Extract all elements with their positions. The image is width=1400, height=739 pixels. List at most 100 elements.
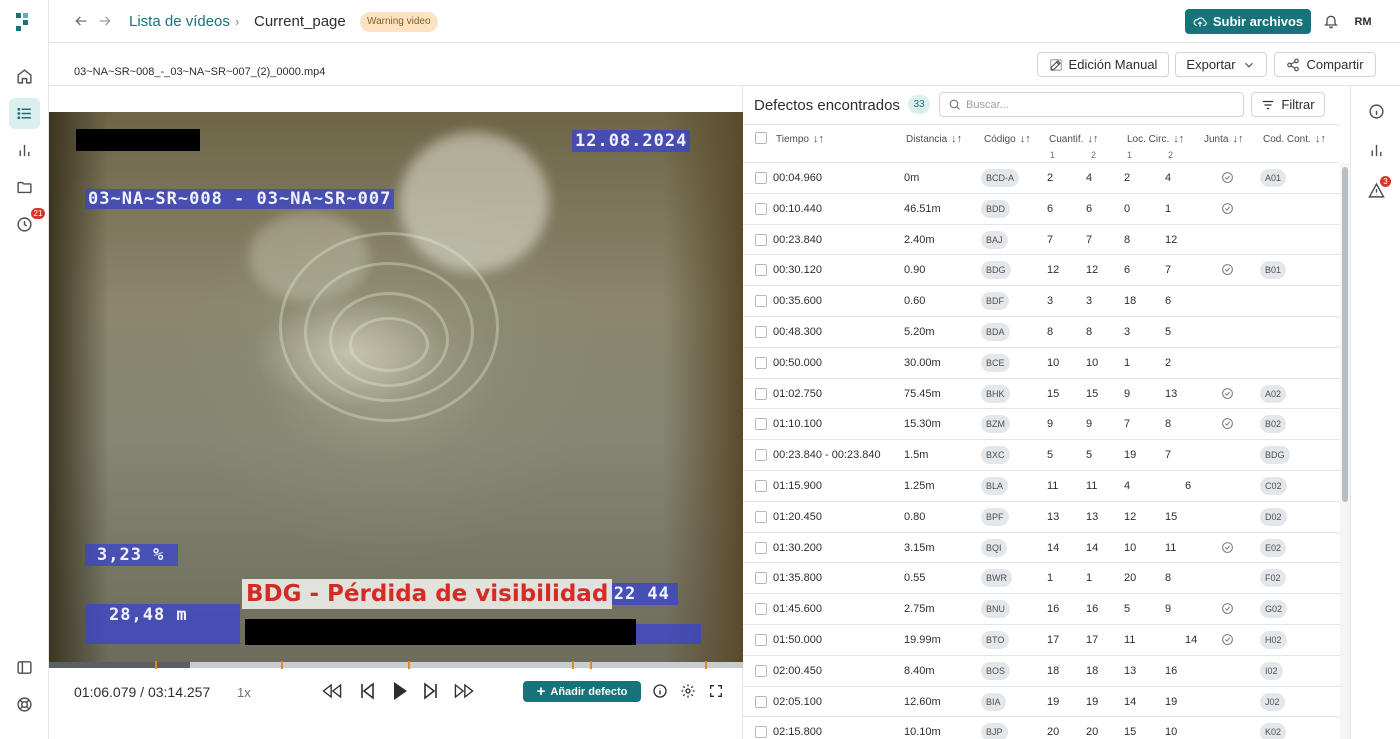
row-checkbox[interactable] bbox=[755, 387, 767, 400]
row-checkbox[interactable] bbox=[755, 264, 767, 277]
play-icon[interactable] bbox=[387, 681, 411, 701]
share-button[interactable]: Compartir bbox=[1274, 52, 1376, 77]
column-loc[interactable]: Loc. Circ. ↓↑ bbox=[1127, 133, 1184, 145]
row-checkbox[interactable] bbox=[755, 603, 767, 616]
row-checkbox[interactable] bbox=[755, 510, 767, 523]
export-button[interactable]: Exportar bbox=[1175, 52, 1267, 77]
bell-icon[interactable] bbox=[1323, 13, 1339, 29]
forward-arrow-icon[interactable] bbox=[97, 13, 113, 29]
table-row[interactable]: 02:05.100 12.60m BIA 19 19 14 19 J02 bbox=[743, 687, 1340, 718]
table-row[interactable]: 01:20.450 0.80 BPF 13 13 12 15 D02 bbox=[743, 502, 1340, 533]
column-code[interactable]: Código ↓↑ bbox=[984, 133, 1031, 145]
table-row[interactable]: 00:04.960 0m BCD-A 2 4 2 4 A01 bbox=[743, 163, 1340, 194]
chevron-down-icon bbox=[1244, 62, 1253, 68]
row-checkbox[interactable] bbox=[755, 633, 767, 646]
row-checkbox[interactable] bbox=[755, 202, 767, 215]
home-icon[interactable] bbox=[9, 61, 40, 92]
help-icon[interactable] bbox=[9, 689, 40, 720]
back-arrow-icon[interactable] bbox=[73, 13, 89, 29]
filter-button[interactable]: Filtrar bbox=[1251, 92, 1325, 117]
scrollbar[interactable] bbox=[1340, 163, 1350, 739]
table-row[interactable]: 01:30.200 3.15m BQI 14 14 10 11 E02 bbox=[743, 533, 1340, 564]
video-player[interactable]: 12.08.2024 03~NA~SR~008 - 03~NA~SR~007 3… bbox=[49, 112, 743, 662]
info-icon[interactable] bbox=[652, 683, 668, 699]
scrollbar-thumb[interactable] bbox=[1342, 167, 1348, 502]
table-row[interactable]: 01:15.900 1.25m BLA 11 11 4 6 C02 bbox=[743, 471, 1340, 502]
step-back-icon[interactable] bbox=[355, 681, 379, 701]
timeline-defect-marker[interactable] bbox=[572, 661, 575, 669]
search-input[interactable] bbox=[966, 96, 1236, 113]
video-timeline[interactable] bbox=[49, 661, 743, 669]
row-checkbox[interactable] bbox=[755, 325, 767, 338]
table-row[interactable]: 01:45.600 2.75m BNU 16 16 5 9 G02 bbox=[743, 594, 1340, 625]
cell-time: 00:04.960 bbox=[773, 172, 822, 184]
table-row[interactable]: 02:15.800 10.10m BJP 20 20 15 10 K02 bbox=[743, 717, 1340, 739]
timeline-defect-marker[interactable] bbox=[408, 661, 411, 669]
cell-loc-2: 13 bbox=[1165, 387, 1178, 400]
row-checkbox[interactable] bbox=[755, 572, 767, 585]
sidebar-toggle-icon[interactable] bbox=[9, 652, 40, 683]
row-checkbox[interactable] bbox=[755, 172, 767, 184]
folder-icon[interactable] bbox=[9, 172, 40, 203]
table-row[interactable]: 01:10.100 15.30m BZM 9 9 7 8 B02 bbox=[743, 409, 1340, 441]
column-quant[interactable]: Cuantif. ↓↑ bbox=[1049, 133, 1098, 145]
table-row[interactable]: 00:48.300 5.20m BDA 8 8 3 5 bbox=[743, 317, 1340, 348]
info-icon[interactable] bbox=[1368, 103, 1385, 120]
table-row[interactable]: 00:23.840 2.40m BAJ 7 7 8 12 bbox=[743, 225, 1340, 256]
table-row[interactable]: 01:02.750 75.45m BHK 15 15 9 13 A02 bbox=[743, 379, 1340, 410]
column-distance[interactable]: Distancia ↓↑ bbox=[906, 133, 962, 145]
table-row[interactable]: 00:23.840 - 00:23.840 1.5m BXC 5 5 19 7 BDG bbox=[743, 440, 1340, 471]
code-chip: BOS bbox=[981, 661, 1011, 680]
sort-icon: ↓↑ bbox=[1173, 133, 1185, 145]
table-row[interactable]: 02:00.450 8.40m BOS 18 18 13 16 I02 bbox=[743, 656, 1340, 687]
table-row[interactable]: 00:30.120 0.90 BDG 12 12 6 7 B01 bbox=[743, 255, 1340, 287]
breadcrumb-video-list[interactable]: Lista de vídeos bbox=[129, 13, 230, 30]
column-time[interactable]: Tiempo ↓↑ bbox=[776, 133, 824, 145]
bar-chart-icon[interactable] bbox=[9, 135, 40, 166]
column-cont[interactable]: Cod. Cont. ↓↑ bbox=[1263, 133, 1326, 145]
timeline-defect-marker[interactable] bbox=[155, 661, 158, 669]
cell-distance: 12.60m bbox=[904, 695, 941, 708]
avatar[interactable]: RM bbox=[1352, 11, 1374, 33]
row-checkbox[interactable] bbox=[755, 356, 767, 369]
row-checkbox[interactable] bbox=[755, 664, 767, 677]
select-all-checkbox[interactable] bbox=[755, 132, 767, 144]
search-icon bbox=[949, 99, 960, 110]
timeline-defect-marker[interactable] bbox=[590, 661, 593, 669]
cont-code-chip: A01 bbox=[1260, 169, 1287, 187]
playback-speed[interactable]: 1x bbox=[237, 685, 251, 700]
app-logo[interactable] bbox=[16, 13, 34, 31]
column-joint[interactable]: Junta ↓↑ bbox=[1204, 133, 1243, 145]
table-row[interactable]: 00:10.440 46.51m BDD 6 6 0 1 bbox=[743, 194, 1340, 225]
row-checkbox[interactable] bbox=[755, 449, 767, 462]
cell-time: 00:23.840 - 00:23.840 bbox=[773, 449, 881, 462]
gear-icon[interactable] bbox=[680, 683, 696, 699]
list-icon[interactable] bbox=[9, 98, 40, 129]
table-row[interactable]: 01:50.000 19.99m BTO 17 17 11 14 H02 bbox=[743, 625, 1340, 656]
upload-files-button[interactable]: Subir archivos bbox=[1185, 9, 1311, 34]
cell-quant-2: 4 bbox=[1086, 172, 1093, 184]
bar-chart-icon[interactable] bbox=[1368, 142, 1385, 159]
row-checkbox[interactable] bbox=[755, 479, 767, 492]
code-chip: BAJ bbox=[981, 230, 1008, 249]
timeline-defect-marker[interactable] bbox=[704, 661, 707, 669]
timeline-defect-marker[interactable] bbox=[281, 661, 284, 669]
fast-forward-icon[interactable] bbox=[452, 681, 476, 701]
table-row[interactable]: 00:50.000 30.00m BCE 10 10 1 2 bbox=[743, 348, 1340, 379]
rewind-icon[interactable] bbox=[320, 681, 344, 701]
fullscreen-icon[interactable] bbox=[708, 683, 724, 699]
row-checkbox[interactable] bbox=[755, 695, 767, 708]
table-row[interactable]: 01:35.800 0.55 BWR 1 1 20 8 F02 bbox=[743, 563, 1340, 595]
cell-distance: 30.00m bbox=[904, 356, 941, 369]
row-checkbox[interactable] bbox=[755, 418, 767, 431]
row-checkbox[interactable] bbox=[755, 541, 767, 554]
row-checkbox[interactable] bbox=[755, 295, 767, 308]
add-defect-button[interactable]: + Añadir defecto bbox=[523, 681, 641, 702]
table-row[interactable]: 00:35.600 0.60 BDF 3 3 18 6 bbox=[743, 286, 1340, 317]
row-checkbox[interactable] bbox=[755, 726, 767, 739]
player-controls: 01:06.079 / 03:14.257 1x + Añadir defect… bbox=[49, 676, 743, 706]
row-checkbox[interactable] bbox=[755, 233, 767, 246]
share-icon bbox=[1287, 58, 1300, 71]
manual-edit-button[interactable]: Edición Manual bbox=[1037, 52, 1169, 77]
step-forward-icon[interactable] bbox=[419, 681, 443, 701]
